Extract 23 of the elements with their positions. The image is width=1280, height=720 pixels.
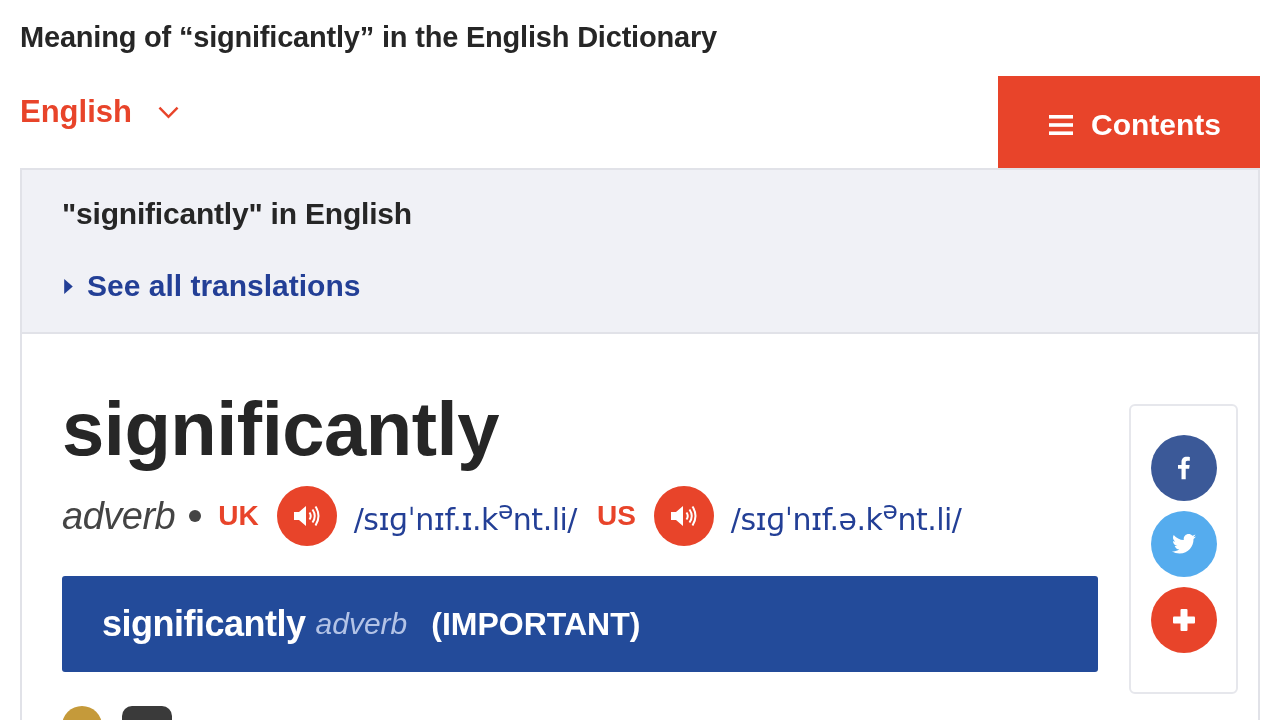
bullet-icon [189, 510, 202, 522]
sense-part-of-speech: adverb [315, 607, 408, 641]
guide-word: (IMPORTANT) [431, 605, 641, 643]
part-of-speech: adverb [62, 494, 176, 538]
facebook-icon [1177, 456, 1190, 480]
bird-icon [1171, 534, 1196, 554]
page-title: Meaning of “significantly” in the English Dictionary [20, 20, 718, 55]
menu-icon [1049, 115, 1073, 135]
panel-heading: "significantly" in English [62, 196, 413, 232]
chevron-down-icon [157, 105, 179, 119]
pronunciation: /sɪɡˈnɪf.ə.k$^{ə}$nt.li/ [730, 495, 962, 537]
caret-right-icon [64, 278, 73, 294]
sense-word: significantly [102, 603, 306, 645]
see-all-translations-link[interactable]: See all translations [62, 266, 361, 306]
region-label: US [596, 500, 636, 532]
pronunciation: /sɪɡˈnɪf.ɪ.k$^{ə}$nt.li/ [353, 495, 577, 537]
region-label: UK [218, 500, 259, 532]
plus-icon [1172, 609, 1195, 631]
headword: significantly [62, 385, 500, 473]
speaker-icon [293, 505, 320, 527]
speaker-icon [670, 505, 697, 527]
language-selector[interactable]: English [20, 94, 179, 130]
contents-button[interactable]: Contents [998, 76, 1260, 168]
